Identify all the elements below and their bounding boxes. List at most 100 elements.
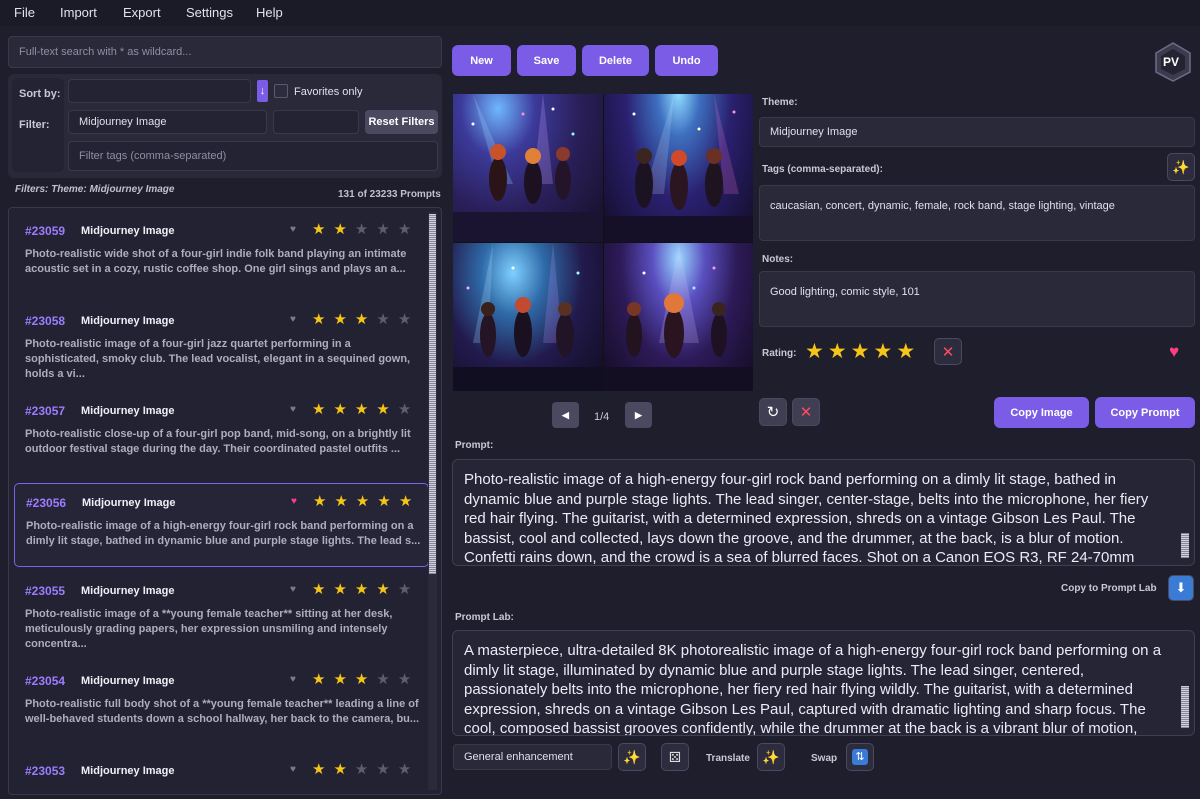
- next-image-button[interactable]: ▶: [625, 402, 652, 428]
- star-icon[interactable]: ★: [312, 761, 333, 778]
- star-icon[interactable]: ★: [376, 581, 397, 598]
- menu-import[interactable]: Import: [60, 5, 97, 20]
- rating-stars[interactable]: ★★★★★: [312, 580, 419, 598]
- list-item[interactable]: #23058 Midjourney Image ♥ ★★★★★ Photo-realis…: [14, 302, 429, 386]
- image-tile-1[interactable]: [453, 94, 603, 242]
- favorites-checkbox[interactable]: [274, 84, 288, 98]
- star-icon[interactable]: ★: [398, 311, 419, 328]
- menu-help[interactable]: Help: [256, 5, 283, 20]
- heart-icon[interactable]: ♥: [290, 584, 296, 595]
- star-icon[interactable]: ★: [333, 311, 354, 328]
- menu-export[interactable]: Export: [123, 5, 161, 20]
- star-icon[interactable]: ★: [333, 401, 354, 418]
- copy-prompt-button[interactable]: Copy Prompt: [1095, 397, 1195, 428]
- menu-settings[interactable]: Settings: [186, 5, 233, 20]
- theme-filter-select[interactable]: Midjourney Image: [68, 110, 267, 134]
- rating-stars[interactable]: ★★★★★: [312, 760, 419, 778]
- star-icon[interactable]: ★: [334, 493, 355, 510]
- star-icon[interactable]: ★: [312, 311, 333, 328]
- sort-direction-button[interactable]: ↓: [257, 80, 268, 102]
- random-button[interactable]: ⚄: [661, 743, 689, 771]
- list-scrollbar-thumb[interactable]: [429, 214, 436, 574]
- list-item[interactable]: #23054 Midjourney Image ♥ ★★★★★ Photo-realis…: [14, 662, 429, 746]
- save-button[interactable]: Save: [517, 45, 576, 76]
- star-icon[interactable]: ★: [398, 221, 419, 238]
- sort-select[interactable]: [68, 79, 251, 103]
- image-tile-2[interactable]: [603, 94, 753, 242]
- heart-icon[interactable]: ♥: [290, 764, 296, 775]
- rating-stars[interactable]: ★★★★★: [312, 220, 419, 238]
- notes-input[interactable]: Good lighting, comic style, 101: [759, 271, 1195, 327]
- star-icon[interactable]: ★: [312, 221, 333, 238]
- list-item[interactable]: #23055 Midjourney Image ♥ ★★★★★ Photo-realis…: [14, 572, 429, 656]
- remove-image-button[interactable]: ✕: [792, 398, 820, 426]
- prompt-textarea[interactable]: Photo-realistic image of a high-energy f…: [452, 459, 1195, 566]
- star-icon[interactable]: ★: [333, 221, 354, 238]
- star-icon[interactable]: ★: [355, 221, 376, 238]
- heart-icon[interactable]: ♥: [290, 674, 296, 685]
- star-icon[interactable]: ★: [376, 401, 397, 418]
- star-icon[interactable]: ★: [355, 401, 376, 418]
- enhance-button[interactable]: ✨: [618, 743, 646, 771]
- regenerate-button[interactable]: ↻: [759, 398, 787, 426]
- heart-icon[interactable]: ♥: [290, 404, 296, 415]
- image-grid[interactable]: [453, 94, 753, 391]
- list-item[interactable]: #23059 Midjourney Image ♥ ★★★★★ Photo-realis…: [14, 212, 429, 296]
- favorite-heart-icon[interactable]: ♥: [1169, 342, 1179, 362]
- theme-input[interactable]: Midjourney Image: [759, 117, 1195, 147]
- image-tile-4[interactable]: [603, 243, 753, 391]
- heart-icon[interactable]: ♥: [290, 224, 296, 235]
- star-icon[interactable]: ★: [399, 493, 420, 510]
- prompt-scrollbar[interactable]: [1181, 533, 1189, 558]
- tags-input[interactable]: caucasian, concert, dynamic, female, roc…: [759, 185, 1195, 241]
- rating-stars[interactable]: ★★★★★: [312, 400, 419, 418]
- star-icon[interactable]: ★: [355, 671, 376, 688]
- star-icon[interactable]: ★: [398, 401, 419, 418]
- rating-stars[interactable]: ★★★★★: [313, 492, 420, 510]
- star-icon[interactable]: ★: [376, 221, 397, 238]
- star-icon[interactable]: ★: [896, 340, 919, 363]
- list-item[interactable]: #23057 Midjourney Image ♥ ★★★★★ Photo-realis…: [14, 392, 429, 476]
- prompt-lab-scrollbar[interactable]: [1181, 686, 1189, 728]
- menu-file[interactable]: File: [14, 5, 35, 20]
- star-icon[interactable]: ★: [398, 671, 419, 688]
- enhancement-mode-select[interactable]: General enhancement: [453, 744, 612, 770]
- tags-filter-input[interactable]: Filter tags (comma-separated): [68, 141, 438, 171]
- star-icon[interactable]: ★: [398, 581, 419, 598]
- prev-image-button[interactable]: ◀: [552, 402, 579, 428]
- star-icon[interactable]: ★: [828, 340, 851, 363]
- star-icon[interactable]: ★: [333, 671, 354, 688]
- star-icon[interactable]: ★: [873, 340, 896, 363]
- star-icon[interactable]: ★: [312, 671, 333, 688]
- star-icon[interactable]: ★: [312, 581, 333, 598]
- list-item[interactable]: #23056 Midjourney Image ♥ ★★★★★ Photo-realis…: [14, 483, 429, 567]
- star-icon[interactable]: ★: [376, 761, 397, 778]
- star-icon[interactable]: ★: [805, 340, 828, 363]
- rating-stars[interactable]: ★★★★★: [805, 339, 919, 364]
- prompt-lab-textarea[interactable]: A masterpiece, ultra-detailed 8K photore…: [452, 630, 1195, 736]
- star-icon[interactable]: ★: [355, 581, 376, 598]
- clear-rating-button[interactable]: ✕: [934, 338, 962, 365]
- star-icon[interactable]: ★: [398, 761, 419, 778]
- star-icon[interactable]: ★: [312, 401, 333, 418]
- delete-button[interactable]: Delete: [582, 45, 649, 76]
- star-icon[interactable]: ★: [376, 671, 397, 688]
- auto-tag-button[interactable]: ✨: [1167, 153, 1195, 181]
- star-icon[interactable]: ★: [313, 493, 334, 510]
- swap-button[interactable]: ⇅: [846, 743, 874, 771]
- star-icon[interactable]: ★: [377, 493, 398, 510]
- star-icon[interactable]: ★: [376, 311, 397, 328]
- copy-image-button[interactable]: Copy Image: [994, 397, 1089, 428]
- star-icon[interactable]: ★: [333, 581, 354, 598]
- search-input[interactable]: Full-text search with * as wildcard...: [8, 36, 442, 68]
- star-icon[interactable]: ★: [851, 340, 874, 363]
- star-icon[interactable]: ★: [356, 493, 377, 510]
- translate-button[interactable]: ✨: [757, 743, 785, 771]
- reset-filters-button[interactable]: Reset Filters: [365, 110, 438, 134]
- copy-to-lab-button[interactable]: ⬇: [1168, 575, 1194, 601]
- new-button[interactable]: New: [452, 45, 511, 76]
- image-tile-3[interactable]: [453, 243, 603, 391]
- undo-button[interactable]: Undo: [655, 45, 718, 76]
- rating-stars[interactable]: ★★★★★: [312, 310, 419, 328]
- heart-icon[interactable]: ♥: [291, 496, 297, 507]
